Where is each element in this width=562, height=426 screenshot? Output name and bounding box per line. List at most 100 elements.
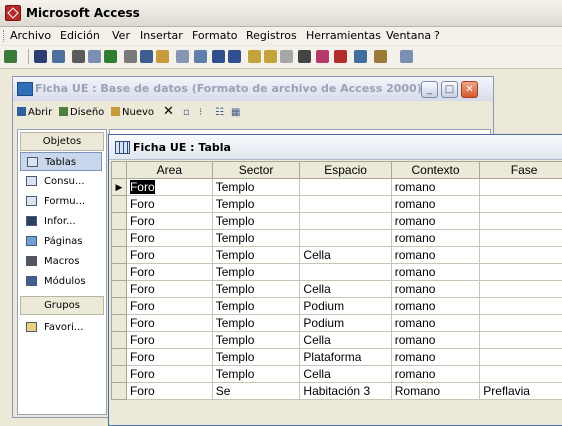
record-selector[interactable] xyxy=(112,366,127,383)
menu-ver[interactable]: Ver xyxy=(112,29,130,42)
copy-icon[interactable] xyxy=(140,50,153,63)
sidebar-item-tablas[interactable]: Tablas xyxy=(20,152,102,171)
cell-fase[interactable] xyxy=(480,179,562,196)
cell-contexto[interactable]: romano xyxy=(391,247,480,264)
cell-sector[interactable]: Templo xyxy=(212,281,300,298)
spelling-icon[interactable] xyxy=(104,50,117,63)
sidebar-item-consultas[interactable]: Consu... xyxy=(20,172,102,191)
cell-contexto[interactable]: romano xyxy=(391,230,480,247)
sidebar-item-paginas[interactable]: Páginas xyxy=(20,232,102,251)
paste-icon[interactable] xyxy=(156,50,169,63)
cell-sector[interactable]: Templo xyxy=(212,230,300,247)
minimize-button[interactable]: _ xyxy=(421,81,438,98)
view-icon[interactable] xyxy=(4,50,17,63)
record-selector[interactable] xyxy=(112,230,127,247)
cell-area[interactable]: Foro xyxy=(126,281,212,298)
cell-contexto[interactable]: romano xyxy=(391,179,480,196)
sort-ascending-icon[interactable] xyxy=(212,50,225,63)
cell-contexto[interactable]: romano xyxy=(391,315,480,332)
save-icon[interactable] xyxy=(34,50,47,63)
cell-area[interactable]: Foro xyxy=(126,264,212,281)
cell-sector[interactable]: Templo xyxy=(212,213,300,230)
cell-fase[interactable] xyxy=(480,196,562,213)
record-selector[interactable]: ▶ xyxy=(112,179,127,196)
search-file-icon[interactable] xyxy=(52,50,65,63)
table-row[interactable]: ForoTemploCellaromano xyxy=(112,247,562,264)
cell-fase[interactable] xyxy=(480,281,562,298)
insert-hyperlink-icon[interactable] xyxy=(194,50,207,63)
record-selector[interactable] xyxy=(112,196,127,213)
table-row[interactable]: ForoTemploCellaromano xyxy=(112,281,562,298)
cell-fase[interactable] xyxy=(480,315,562,332)
find-icon[interactable] xyxy=(298,50,311,63)
table-row[interactable]: ForoTemploromano xyxy=(112,213,562,230)
column-header-area[interactable]: Area xyxy=(126,162,212,179)
table-row[interactable]: ForoTemploPlataformaromano xyxy=(112,349,562,366)
sidebar-item-modulos[interactable]: Módulos xyxy=(20,272,102,291)
cell-fase[interactable] xyxy=(480,264,562,281)
table-row[interactable]: ForoTemploromano xyxy=(112,230,562,247)
maximize-button[interactable]: □ xyxy=(441,81,458,98)
design-button[interactable]: Diseño xyxy=(59,107,104,118)
cell-contexto[interactable]: Romano xyxy=(391,383,480,400)
new-button[interactable]: Nuevo xyxy=(111,107,154,118)
cell-fase[interactable] xyxy=(480,366,562,383)
delete-record-icon[interactable] xyxy=(334,50,347,63)
groups-header[interactable]: Grupos xyxy=(20,296,104,315)
record-selector[interactable] xyxy=(112,264,127,281)
cell-contexto[interactable]: romano xyxy=(391,366,480,383)
cell-sector[interactable]: Templo xyxy=(212,196,300,213)
table-row[interactable]: ▶ForoTemploromano xyxy=(112,179,562,196)
details-view-icon[interactable]: ▦ xyxy=(231,107,240,118)
new-object-icon[interactable] xyxy=(374,50,387,63)
cell-espacio[interactable] xyxy=(300,213,391,230)
record-selector[interactable] xyxy=(112,315,127,332)
table-row[interactable]: ForoTemploPodiumromano xyxy=(112,315,562,332)
table-row[interactable]: ForoTemploCellaromano xyxy=(112,332,562,349)
cell-espacio[interactable]: Podium xyxy=(300,315,391,332)
print-icon[interactable] xyxy=(72,50,85,63)
cell-fase[interactable] xyxy=(480,332,562,349)
menu-help[interactable]: ? xyxy=(434,29,440,42)
cell-espacio[interactable] xyxy=(300,179,391,196)
cell-sector[interactable]: Templo xyxy=(212,349,300,366)
sidebar-item-formularios[interactable]: Formu... xyxy=(20,192,102,211)
cell-sector[interactable]: Se xyxy=(212,383,300,400)
objects-header[interactable]: Objetos xyxy=(20,132,104,151)
cell-fase[interactable] xyxy=(480,230,562,247)
cell-espacio[interactable] xyxy=(300,196,391,213)
small-icons-icon[interactable]: ⁝ xyxy=(199,107,202,118)
sidebar-item-favoritos[interactable]: Favori... xyxy=(20,318,102,337)
cell-contexto[interactable]: romano xyxy=(391,196,480,213)
delete-icon[interactable]: ✕ xyxy=(163,104,174,119)
table-window-title-bar[interactable]: Ficha UE : Tabla xyxy=(109,135,562,160)
new-record-icon[interactable] xyxy=(316,50,329,63)
cell-contexto[interactable]: romano xyxy=(391,298,480,315)
cell-espacio[interactable]: Cella xyxy=(300,281,391,298)
table-row[interactable]: ForoTemploPodiumromano xyxy=(112,298,562,315)
table-row[interactable]: ForoSeHabitación 3RomanoPreflavia xyxy=(112,383,562,400)
cell-espacio[interactable]: Habitación 3 xyxy=(300,383,391,400)
filter-by-form-icon[interactable] xyxy=(264,50,277,63)
cell-espacio[interactable]: Cella xyxy=(300,366,391,383)
cell-area[interactable]: Foro xyxy=(126,196,212,213)
cell-espacio[interactable]: Podium xyxy=(300,298,391,315)
large-icons-icon[interactable]: ▫ xyxy=(183,107,190,118)
sort-descending-icon[interactable] xyxy=(228,50,241,63)
cell-espacio[interactable]: Plataforma xyxy=(300,349,391,366)
menu-grip-handle[interactable] xyxy=(3,30,6,42)
filter-by-selection-icon[interactable] xyxy=(248,50,261,63)
cell-espacio[interactable]: Cella xyxy=(300,247,391,264)
table-row[interactable]: ForoTemploCellaromano xyxy=(112,366,562,383)
cell-fase[interactable] xyxy=(480,213,562,230)
database-window-title-bar[interactable]: Ficha UE : Base de datos (Formato de arc… xyxy=(13,77,493,101)
open-button[interactable]: Abrir xyxy=(17,107,52,118)
table-row[interactable]: ForoTemplo romano xyxy=(112,196,562,213)
menu-formato[interactable]: Formato xyxy=(192,29,238,42)
close-button[interactable]: ✕ xyxy=(461,81,478,98)
cell-sector[interactable]: Templo xyxy=(212,247,300,264)
sidebar-item-macros[interactable]: Macros xyxy=(20,252,102,271)
list-view-icon[interactable]: ☷ xyxy=(215,107,224,118)
cell-area[interactable]: Foro xyxy=(126,366,212,383)
menu-ventana[interactable]: Ventana xyxy=(386,29,431,42)
